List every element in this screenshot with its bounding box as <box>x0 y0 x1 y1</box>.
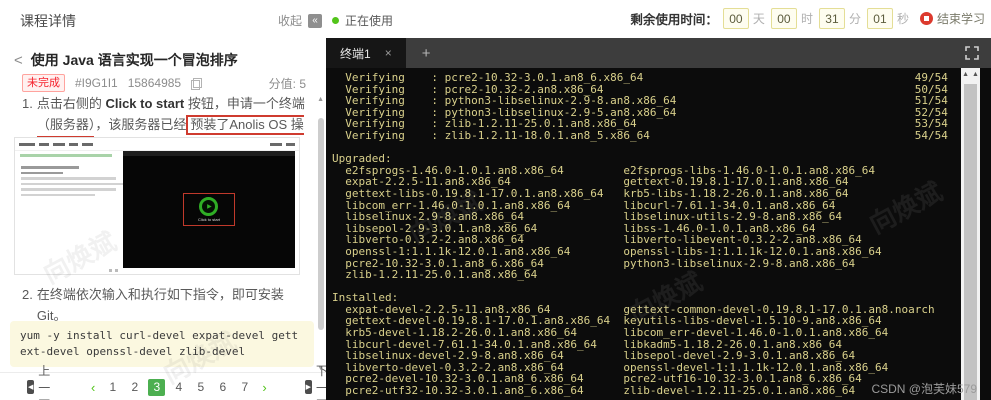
new-terminal-button[interactable]: + <box>422 45 431 62</box>
usage-status: 正在使用 <box>332 12 393 29</box>
time-seconds-value: 01 <box>866 8 893 29</box>
page-title: 课程详情 <box>20 13 76 29</box>
next-page-icon: ▶ <box>304 380 312 394</box>
page-number-1[interactable]: 1 <box>104 379 121 396</box>
screenshot-breadcrumb <box>20 154 112 157</box>
screenshot-pager-dots <box>109 269 118 272</box>
pagination-right-arrow[interactable]: › <box>258 380 270 395</box>
app-window: 课程详情 收起 « 正在使用 剩余使用时间： 00 天 00 时 31 分 01… <box>0 0 991 400</box>
prev-page-icon: ◀ <box>27 380 35 394</box>
time-minutes-value: 31 <box>818 8 845 29</box>
page-number-7[interactable]: 7 <box>236 379 253 396</box>
step2-text: 在终端依次输入和执行如下指令，即可安装 Git。 <box>36 287 284 323</box>
status-label: 正在使用 <box>345 14 394 28</box>
course-sidebar: < 使用 Java 语言实现一个冒泡排序 未完成 #I9G1I1 1586498… <box>0 38 328 400</box>
stop-icon <box>919 12 933 25</box>
time-hours-unit: 时 <box>800 12 813 26</box>
task-id: #I9G1I1 <box>75 76 118 90</box>
task-title-row: < 使用 Java 语言实现一个冒泡排序 <box>14 50 238 70</box>
screenshot-navbar <box>15 138 299 151</box>
screenshot-left-panel <box>15 160 133 274</box>
terminal-tab-label: 终端1 <box>340 46 371 61</box>
page-number-2[interactable]: 2 <box>126 379 143 396</box>
prev-page-label: 上一页 <box>38 363 51 400</box>
remaining-time: 剩余使用时间： 00 天 00 时 31 分 01 秒 结束学习 <box>630 8 985 29</box>
score-label: 分值: 5 <box>268 76 306 91</box>
time-days-unit: 天 <box>752 12 765 26</box>
task-number: 15864985 <box>127 76 182 90</box>
task-meta-row: 未完成 #I9G1I1 15864985 分值: 5 <box>22 74 306 92</box>
back-icon[interactable]: < <box>14 52 23 69</box>
end-learning-button[interactable]: 结束学习 <box>919 10 985 27</box>
terminal-tab-close-icon[interactable]: × <box>385 46 392 60</box>
top-header: 课程详情 收起 « 正在使用 剩余使用时间： 00 天 00 时 31 分 01… <box>0 0 991 39</box>
terminal-scroll-icons: ▲ ▲ <box>961 68 980 78</box>
time-seconds-unit: 秒 <box>896 12 909 26</box>
sidebar-scrollbar[interactable] <box>318 118 324 330</box>
step1-before: 点击右侧的 <box>36 96 106 111</box>
terminal-text: Verifying : pcre2-10.32-3.0.1.an8_6.x86_… <box>332 71 948 398</box>
collapse-icon: « <box>308 13 323 28</box>
terminal-scrollbar-thumb[interactable] <box>964 84 977 400</box>
click-to-start-label: Click to start <box>197 217 220 222</box>
play-icon: ▶ <box>207 203 212 210</box>
time-hours-value: 00 <box>770 8 797 29</box>
fullscreen-icon[interactable] <box>965 46 979 60</box>
step1-click-to-start: Click to start <box>105 96 185 111</box>
pagination-bar: ◀ 上一页 ‹ 1234567 › ▶ 下一页 <box>0 364 328 400</box>
pagination-left-arrow[interactable]: ‹ <box>87 380 99 395</box>
end-learning-label: 结束学习 <box>936 12 985 26</box>
page-number-6[interactable]: 6 <box>214 379 231 396</box>
time-days-value: 00 <box>722 8 749 29</box>
sidebar-scroll-up-icon[interactable]: ▲ <box>317 96 324 103</box>
page-number-5[interactable]: 5 <box>192 379 209 396</box>
collapse-button[interactable]: 收起 « <box>278 12 323 29</box>
screenshot-terminal-area: ▶ Click to start <box>123 151 295 268</box>
terminal-panel: 终端1 × + Verifying : pcre2-10.32-3.0.1.an… <box>326 38 991 400</box>
remaining-time-label: 剩余使用时间： <box>630 13 718 27</box>
terminal-output[interactable]: Verifying : pcre2-10.32-3.0.1.an8_6.x86_… <box>326 68 961 400</box>
step2-number: 2. <box>22 287 33 302</box>
prev-page-button[interactable]: ◀ 上一页 <box>27 362 57 400</box>
csdn-watermark: CSDN @泡芙妹579 <box>871 382 977 396</box>
page-number-4[interactable]: 4 <box>170 379 187 396</box>
status-tag: 未完成 <box>22 74 65 92</box>
task-title: 使用 Java 语言实现一个冒泡排序 <box>30 52 238 68</box>
copy-icon[interactable] <box>191 77 203 90</box>
embedded-screenshot: ▶ Click to start <box>14 137 300 275</box>
terminal-tabbar: 终端1 × + <box>326 38 991 68</box>
command-code-block[interactable]: yum -y install curl-devel expat-devel ge… <box>10 321 314 367</box>
terminal-scrollbar-track[interactable]: ▲ ▲ <box>961 68 980 400</box>
terminal-scroll-up-icon[interactable]: ▲ <box>972 71 979 78</box>
status-dot-icon <box>332 17 339 24</box>
screenshot-start-highlight-box: ▶ Click to start <box>182 193 235 226</box>
click-to-start-icon: ▶ <box>199 197 219 216</box>
collapse-label: 收起 <box>278 14 303 28</box>
screenshot-terminal-titlebar <box>123 151 295 156</box>
pagination-pages-wrap: ‹ 1234567 › <box>87 378 271 396</box>
time-minutes-unit: 分 <box>848 12 861 26</box>
page-number-3[interactable]: 3 <box>148 378 166 396</box>
pagination-pages: 1234567 <box>104 378 253 396</box>
terminal-tab-1[interactable]: 终端1 × <box>326 38 406 68</box>
terminal-scroll-up-icon[interactable]: ▲ <box>962 71 969 78</box>
